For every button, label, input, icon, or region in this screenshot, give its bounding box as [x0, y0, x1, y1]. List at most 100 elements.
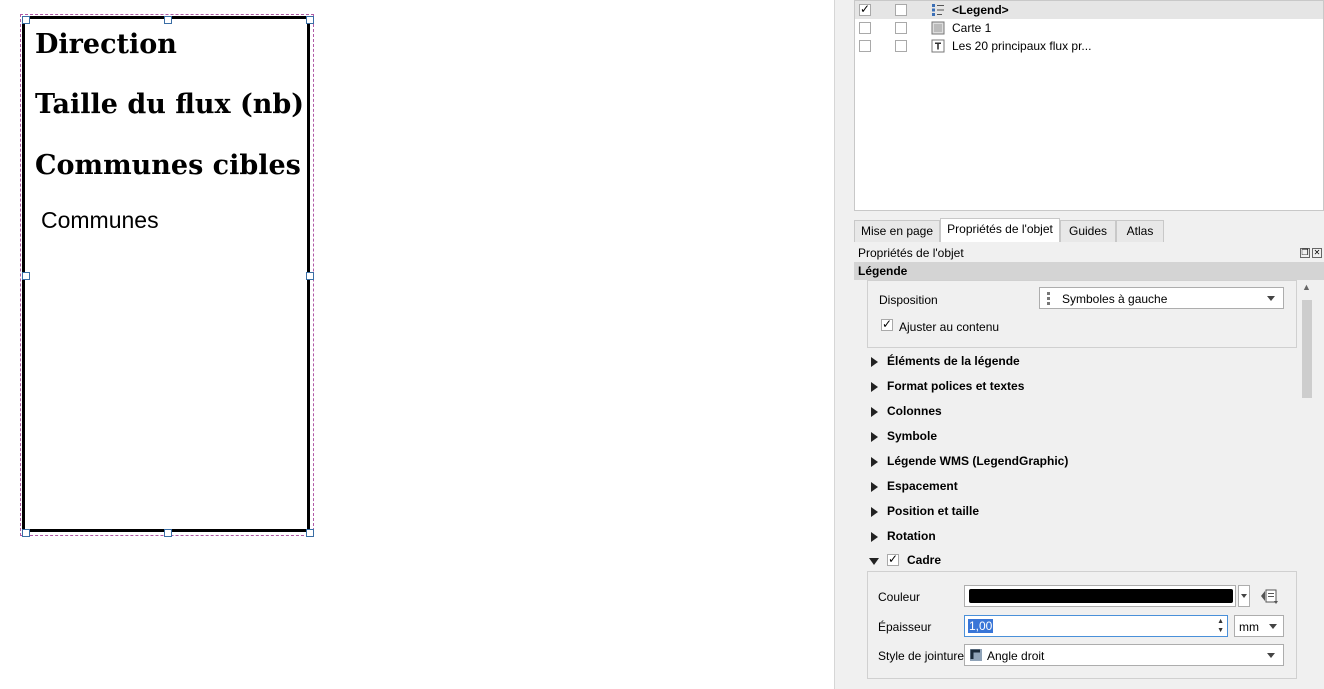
legend-title-communes-cibles: Communes cibles	[35, 150, 301, 181]
legend-leaf-communes: Communes	[41, 207, 159, 233]
jointure-label: Style de jointure	[878, 649, 965, 663]
epaisseur-input[interactable]: 1,00 ▲ ▼	[964, 615, 1228, 637]
resize-handle-e[interactable]	[306, 272, 314, 280]
resize-handle-s[interactable]	[164, 529, 172, 537]
item-label: <Legend>	[952, 3, 1009, 17]
expand-arrow-icon	[871, 382, 878, 392]
text-icon	[931, 39, 945, 53]
spin-down-icon[interactable]: ▼	[1217, 627, 1224, 635]
chevron-down-icon	[1267, 653, 1275, 658]
lock-checkbox[interactable]	[895, 40, 907, 52]
expand-arrow-icon	[871, 457, 878, 467]
checkmark-icon: ✓	[860, 2, 871, 16]
spin-up-icon[interactable]: ▲	[1217, 618, 1224, 626]
lock-checkbox[interactable]	[895, 22, 907, 34]
symbol-position-icon	[1047, 292, 1053, 305]
item-properties-dock: ✓ <Legend> Carte 1 Les 20 principaux flu…	[848, 0, 1324, 689]
disposition-value: Symboles à gauche	[1062, 292, 1168, 306]
resize-handle-se[interactable]	[306, 529, 314, 537]
cadre-label: Cadre	[907, 553, 942, 567]
cadre-group: Couleur Épaisseur 1,00 ▲ ▼ mm Style de j…	[867, 571, 1297, 679]
group-label: Colonnes	[887, 404, 942, 418]
group-format-polices[interactable]: Format polices et textes	[867, 376, 1287, 398]
color-swatch	[969, 589, 1233, 603]
properties-scroll-area[interactable]: Disposition Symboles à gauche ✓ Ajuster …	[854, 280, 1324, 689]
group-label: Format polices et textes	[887, 379, 1025, 393]
resize-handle-sw[interactable]	[22, 529, 30, 537]
group-label: Éléments de la légende	[887, 354, 1020, 368]
expand-arrow-icon	[871, 532, 878, 542]
resize-handle-ne[interactable]	[306, 16, 314, 24]
epaisseur-label: Épaisseur	[878, 620, 932, 634]
group-label: Symbole	[887, 429, 938, 443]
float-panel-icon[interactable]: ❐	[1300, 248, 1310, 258]
chevron-down-icon	[1269, 624, 1277, 629]
tab-mise-en-page[interactable]: Mise en page	[854, 220, 940, 242]
expand-arrow-icon	[871, 507, 878, 517]
checkmark-icon: ✓	[888, 552, 899, 566]
tab-guides[interactable]: Guides	[1060, 220, 1116, 242]
couleur-label: Couleur	[878, 590, 921, 604]
resize-handle-n[interactable]	[164, 16, 172, 24]
unit-combo[interactable]: mm	[1234, 615, 1284, 637]
panel-title: Propriétés de l'objet	[858, 246, 964, 260]
panel-title-bar: Propriétés de l'objet ❐ ✕	[854, 244, 1324, 262]
items-list[interactable]: ✓ <Legend> Carte 1 Les 20 principaux flu…	[854, 0, 1324, 211]
group-label: Légende WMS (LegendGraphic)	[887, 454, 1069, 468]
chevron-down-icon	[1241, 594, 1247, 598]
visibility-checkbox[interactable]: ✓	[859, 2, 871, 16]
scroll-up-icon[interactable]: ▲	[1302, 282, 1311, 292]
group-cadre[interactable]: ✓ Cadre	[867, 550, 1287, 572]
expand-arrow-icon	[871, 432, 878, 442]
legend-title-taille: Taille du flux (nb)	[35, 89, 305, 120]
disposition-combo[interactable]: Symboles à gauche	[1039, 287, 1284, 309]
section-header: Légende	[854, 262, 1324, 280]
visibility-checkbox[interactable]	[859, 22, 871, 34]
tab-proprietes-objet[interactable]: Propriétés de l'objet	[940, 218, 1060, 242]
group-symbole[interactable]: Symbole	[867, 426, 1287, 448]
group-position-taille[interactable]: Position et taille	[867, 501, 1287, 523]
data-defined-override-icon[interactable]	[1258, 587, 1280, 605]
group-label: Position et taille	[887, 504, 980, 518]
list-item-text[interactable]: Les 20 principaux flux pr...	[855, 37, 1323, 55]
expand-arrow-icon	[871, 407, 878, 417]
tab-atlas[interactable]: Atlas	[1116, 220, 1164, 242]
dock-splitter[interactable]	[834, 0, 848, 689]
miter-join-icon	[970, 649, 982, 661]
legend-icon	[932, 4, 944, 16]
visibility-checkbox[interactable]	[859, 40, 871, 52]
chevron-down-icon	[1267, 296, 1275, 301]
couleur-button[interactable]	[964, 585, 1236, 607]
jointure-combo[interactable]: Angle droit	[964, 644, 1284, 666]
unit-value: mm	[1239, 620, 1259, 634]
layout-group: Disposition Symboles à gauche ✓ Ajuster …	[867, 280, 1297, 348]
list-item-legend[interactable]: ✓ <Legend>	[855, 1, 1323, 19]
group-label: Espacement	[887, 479, 958, 493]
item-label: Les 20 principaux flux pr...	[952, 39, 1092, 53]
lock-checkbox[interactable]	[895, 4, 907, 16]
collapse-arrow-icon	[869, 558, 879, 565]
couleur-dropdown[interactable]	[1238, 585, 1250, 607]
layout-canvas[interactable]: Direction Taille du flux (nb) Communes c…	[0, 0, 834, 689]
scroll-thumb[interactable]	[1302, 300, 1312, 398]
vertical-scrollbar[interactable]: ▲	[1300, 280, 1314, 689]
group-rotation[interactable]: Rotation	[867, 526, 1287, 548]
item-label: Carte 1	[952, 21, 992, 35]
cadre-checkbox[interactable]: ✓	[887, 552, 899, 566]
group-colonnes[interactable]: Colonnes	[867, 401, 1287, 423]
group-legende-wms[interactable]: Légende WMS (LegendGraphic)	[867, 451, 1287, 473]
map-icon	[931, 21, 945, 35]
expand-arrow-icon	[871, 357, 878, 367]
resize-handle-nw[interactable]	[22, 16, 30, 24]
expand-arrow-icon	[871, 482, 878, 492]
legend-item[interactable]: Direction Taille du flux (nb) Communes c…	[22, 16, 310, 532]
list-item-map[interactable]: Carte 1	[855, 19, 1323, 37]
ajuster-checkbox[interactable]: ✓	[881, 317, 893, 331]
resize-handle-w[interactable]	[22, 272, 30, 280]
jointure-value: Angle droit	[987, 649, 1045, 663]
group-elements-legende[interactable]: Éléments de la légende	[867, 351, 1287, 373]
section-title: Légende	[858, 264, 908, 278]
group-espacement[interactable]: Espacement	[867, 476, 1287, 498]
epaisseur-value: 1,00	[968, 619, 994, 633]
close-panel-icon[interactable]: ✕	[1312, 248, 1322, 258]
